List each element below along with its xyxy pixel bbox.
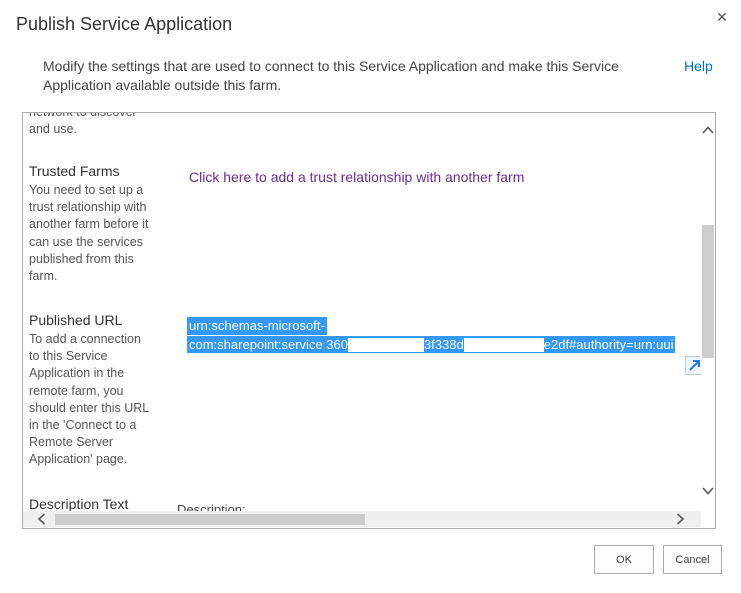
description-field-label: Description: [177,502,246,511]
vertical-scroll-thumb[interactable] [702,225,714,358]
close-icon[interactable]: ✕ [714,9,730,25]
trusted-farms-description: You need to set up a trust relationship … [29,183,149,284]
resize-icon[interactable] [685,356,701,375]
chevron-up-icon[interactable] [701,123,715,137]
chevron-down-icon[interactable] [701,484,715,498]
trusted-farms-title: Trusted Farms [29,163,120,179]
chevron-left-icon[interactable] [35,512,49,526]
url-part-1: com:sharepoint:service:360 [189,336,348,352]
description-text-title: Description Text [29,496,129,511]
help-link[interactable]: Help [684,58,713,74]
published-url-title: Published URL [29,312,123,328]
url-line-1: urn:schemas-microsoft- [187,317,327,335]
url-part-3: e2df#authority=urn:uui [543,336,674,352]
published-url-field[interactable]: urn:schemas-microsoft- com:sharepoint:se… [187,317,701,353]
ok-button[interactable]: OK [594,545,654,574]
published-url-description: To add a connection to this Service Appl… [29,332,149,467]
vertical-scrollbar[interactable] [701,113,715,511]
chevron-right-icon[interactable] [673,512,687,526]
horizontal-scroll-thumb[interactable] [55,514,365,525]
url-part-2: 3f338d [423,336,464,352]
intro-text: Modify the settings that are used to con… [43,58,619,93]
redacted-block [347,338,424,353]
add-trust-relationship-link[interactable]: Click here to add a trust relationship w… [189,169,524,185]
redacted-block [463,338,544,353]
settings-frame: network to discover and use. Trusted Far… [22,112,716,529]
horizontal-scrollbar[interactable] [23,511,701,527]
scroll-content: network to discover and use. Trusted Far… [23,113,701,511]
cut-off-text: network to discover and use. [29,113,137,137]
dialog-title: Publish Service Application [16,14,233,34]
cancel-button[interactable]: Cancel [663,545,722,574]
